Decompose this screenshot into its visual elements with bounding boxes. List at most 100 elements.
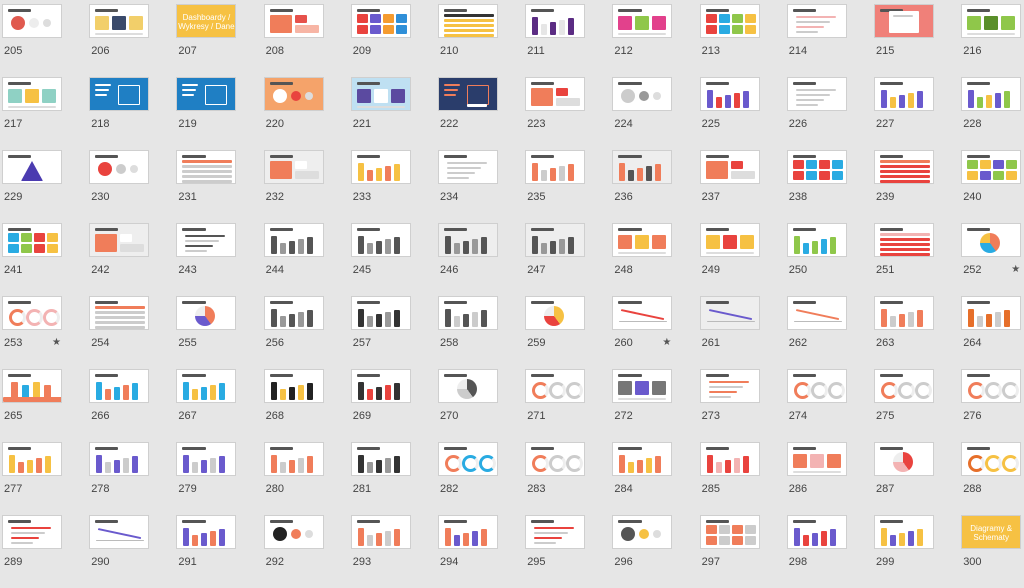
slide-thumbnail-cell[interactable]: 251	[874, 223, 962, 296]
slide-thumbnail-cell[interactable]: 206	[89, 4, 177, 77]
slide-preview[interactable]	[612, 515, 673, 549]
slide-thumbnail-cell[interactable]: 266	[89, 369, 177, 442]
slide-preview[interactable]	[699, 515, 760, 549]
slide-thumbnail-cell[interactable]: 261	[699, 296, 788, 369]
slide-thumbnail-cell[interactable]: 264	[961, 296, 1024, 369]
slide-thumbnail-cell[interactable]: 217	[2, 77, 90, 150]
slide-preview[interactable]	[612, 369, 673, 403]
slide-thumbnail-cell[interactable]: 287	[874, 442, 962, 515]
slide-thumbnail-cell[interactable]: 214	[786, 4, 875, 77]
slide-thumbnail-cell[interactable]: 268	[263, 369, 352, 442]
slide-preview[interactable]	[438, 77, 498, 111]
slide-thumbnail-cell[interactable]: 252 ★	[961, 223, 1024, 296]
slide-preview[interactable]	[263, 442, 324, 476]
slide-thumbnail-cell[interactable]: 271	[525, 369, 613, 442]
slide-thumbnail-cell[interactable]: 259	[525, 296, 613, 369]
slide-thumbnail-cell[interactable]: 240	[961, 150, 1024, 223]
slide-preview[interactable]	[874, 4, 934, 38]
slide-preview[interactable]	[263, 296, 324, 330]
slide-preview[interactable]	[438, 442, 498, 476]
slide-thumbnail-cell[interactable]: 285	[699, 442, 788, 515]
slide-preview[interactable]	[525, 296, 586, 330]
slide-thumbnail-cell[interactable]: 220	[263, 77, 352, 150]
slide-thumbnail-cell[interactable]: 281	[350, 442, 439, 515]
slide-preview[interactable]	[438, 369, 498, 403]
slide-thumbnail-cell[interactable]: 263	[874, 296, 962, 369]
slide-thumbnail-cell[interactable]: 280	[263, 442, 352, 515]
slide-preview[interactable]	[961, 442, 1022, 476]
slide-preview[interactable]	[263, 369, 324, 403]
slide-preview[interactable]	[874, 223, 934, 257]
slide-thumbnail-cell[interactable]: 274	[786, 369, 875, 442]
slide-preview[interactable]: Diagramy & Schematy	[961, 515, 1022, 549]
slide-thumbnail-cell[interactable]: 265	[2, 369, 90, 442]
slide-thumbnail-cell[interactable]: 278	[89, 442, 177, 515]
slide-preview[interactable]	[263, 4, 324, 38]
slide-thumbnail-cell[interactable]: 236	[612, 150, 700, 223]
slide-preview[interactable]	[961, 223, 1022, 257]
slide-preview[interactable]	[786, 442, 847, 476]
slide-thumbnail-cell[interactable]: 249	[699, 223, 788, 296]
slide-thumbnail-cell[interactable]: 256	[263, 296, 352, 369]
slide-thumbnail-cell[interactable]: 221	[350, 77, 439, 150]
slide-preview[interactable]	[525, 223, 586, 257]
slide-thumbnail-cell[interactable]: 210	[438, 4, 526, 77]
slide-preview[interactable]	[350, 515, 411, 549]
slide-thumbnail-cell[interactable]: 225	[699, 77, 788, 150]
slide-preview[interactable]	[89, 77, 150, 111]
slide-thumbnail-cell[interactable]: 242	[89, 223, 177, 296]
slide-thumbnail-cell[interactable]: 223	[525, 77, 613, 150]
slide-preview[interactable]	[525, 369, 586, 403]
slide-thumbnail-cell[interactable]: 295	[525, 515, 613, 588]
slide-preview[interactable]	[2, 369, 62, 403]
slide-thumbnail-cell[interactable]: Dashboardy / Wykresy / Dane 207	[176, 4, 264, 77]
slide-thumbnail-cell[interactable]: 275	[874, 369, 962, 442]
slide-preview[interactable]	[874, 77, 934, 111]
slide-thumbnail-cell[interactable]: 215	[874, 4, 962, 77]
slide-preview[interactable]	[350, 223, 411, 257]
slide-thumbnail-cell[interactable]: 262	[786, 296, 875, 369]
slide-preview[interactable]	[874, 442, 934, 476]
slide-thumbnail-cell[interactable]: 216	[961, 4, 1024, 77]
slide-thumbnail-cell[interactable]: 229	[2, 150, 90, 223]
slide-preview[interactable]	[699, 442, 760, 476]
slide-thumbnail-cell[interactable]: 231	[176, 150, 264, 223]
slide-thumbnail-cell[interactable]: 279	[176, 442, 264, 515]
slide-preview[interactable]	[699, 296, 760, 330]
slide-preview[interactable]	[2, 223, 62, 257]
slide-thumbnail-cell[interactable]: 250	[786, 223, 875, 296]
slide-preview[interactable]	[438, 515, 498, 549]
slide-thumbnail-cell[interactable]: 294	[438, 515, 526, 588]
slide-thumbnail-cell[interactable]: 267	[176, 369, 264, 442]
slide-thumbnail-cell[interactable]: 213	[699, 4, 788, 77]
slide-preview[interactable]	[176, 369, 237, 403]
slide-thumbnail-cell[interactable]: 224	[612, 77, 700, 150]
slide-thumbnail-cell[interactable]: 232	[263, 150, 352, 223]
slide-thumbnail-cell[interactable]: 226	[786, 77, 875, 150]
slide-preview[interactable]	[786, 4, 847, 38]
slide-preview[interactable]	[612, 442, 673, 476]
slide-preview[interactable]	[612, 150, 673, 184]
slide-thumbnail-cell[interactable]: 245	[350, 223, 439, 296]
slide-thumbnail-cell[interactable]: 289	[2, 515, 90, 588]
slide-preview[interactable]	[350, 442, 411, 476]
slide-preview[interactable]	[961, 77, 1022, 111]
slide-thumbnail-cell[interactable]: 283	[525, 442, 613, 515]
slide-preview[interactable]	[874, 515, 934, 549]
slide-preview[interactable]	[699, 150, 760, 184]
slide-thumbnail-cell[interactable]: 234	[438, 150, 526, 223]
slide-thumbnail-cell[interactable]: 208	[263, 4, 352, 77]
slide-preview[interactable]: Dashboardy / Wykresy / Dane	[176, 4, 237, 38]
slide-preview[interactable]	[176, 515, 237, 549]
slide-preview[interactable]	[350, 150, 411, 184]
slide-thumbnail-cell[interactable]: 292	[263, 515, 352, 588]
slide-preview[interactable]	[525, 77, 586, 111]
slide-preview[interactable]	[699, 77, 760, 111]
slide-preview[interactable]	[2, 4, 62, 38]
slide-thumbnail-cell[interactable]: 218	[89, 77, 177, 150]
slide-preview[interactable]	[961, 296, 1022, 330]
slide-thumbnail-cell[interactable]: 219	[176, 77, 264, 150]
slide-preview[interactable]	[176, 150, 237, 184]
slide-thumbnail-cell[interactable]: 235	[525, 150, 613, 223]
slide-preview[interactable]	[2, 296, 62, 330]
